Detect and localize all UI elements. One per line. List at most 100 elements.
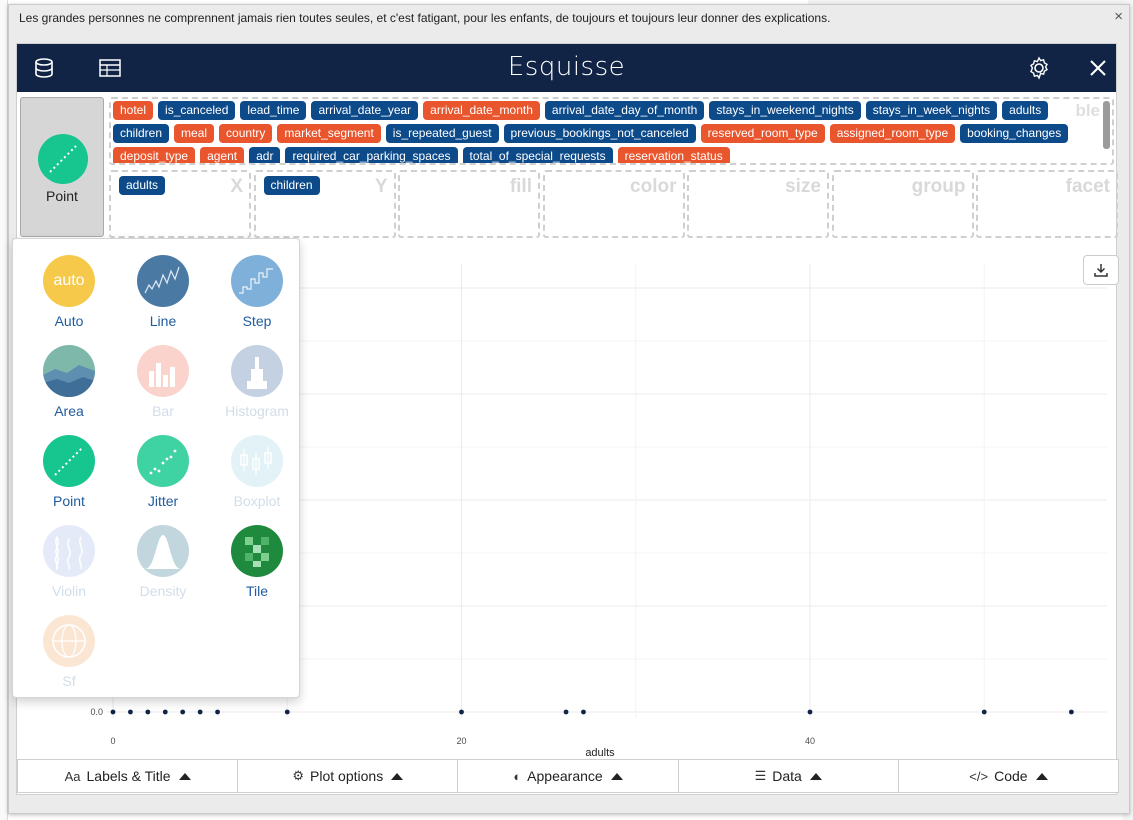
caret-up-icon xyxy=(178,772,191,780)
variable-badge[interactable]: arrival_date_day_of_month xyxy=(544,101,705,120)
dropzone-group[interactable]: group xyxy=(831,170,974,238)
geom-menu: auto Auto Line Step Area Bar Histogram Point Jit… xyxy=(12,238,300,698)
variable-badge[interactable]: booking_changes xyxy=(960,124,1069,143)
bottom-button-code[interactable]: </> Code xyxy=(897,759,1120,793)
jitter-icon xyxy=(137,435,189,487)
assigned-variable-badge[interactable]: adults xyxy=(119,176,166,195)
dropzone-facet[interactable]: facet xyxy=(976,170,1118,238)
data-point xyxy=(145,709,151,715)
variable-badge[interactable]: meal xyxy=(174,124,215,143)
line-chart-icon xyxy=(137,255,189,307)
pool-scrollbar[interactable] xyxy=(1103,101,1110,149)
geom-option-label: Area xyxy=(54,403,84,419)
geom-select-label: Point xyxy=(46,188,78,204)
variable-badge[interactable]: children xyxy=(113,124,170,143)
variable-badge[interactable]: stays_in_weekend_nights xyxy=(709,101,861,120)
variable-badge[interactable]: assigned_room_type xyxy=(829,124,956,143)
variable-badge[interactable]: deposit_type xyxy=(113,147,196,163)
x-tick-label: 40 xyxy=(805,736,815,746)
rstudio-left-pane xyxy=(0,0,8,820)
variable-badge[interactable]: previous_bookings_not_canceled xyxy=(503,124,696,143)
step-chart-icon xyxy=(231,255,283,307)
bar-chart-icon xyxy=(137,345,189,397)
data-point xyxy=(563,709,569,715)
dropzone-label: fill xyxy=(509,176,532,197)
density-icon xyxy=(137,525,189,577)
bottom-button-appearance[interactable]: ◐ Appearance xyxy=(457,759,679,793)
variable-badge[interactable]: hotel xyxy=(113,101,154,120)
variable-badge[interactable]: adr xyxy=(249,147,281,163)
geom-option-violin: Violin xyxy=(29,525,109,610)
geom-option-label: Density xyxy=(139,583,187,599)
variable-badge[interactable]: lead_time xyxy=(240,101,307,120)
geom-option-label: Jitter xyxy=(147,493,179,509)
bottom-button-plot-options[interactable]: ⚙ Plot options xyxy=(237,759,459,793)
variable-pool[interactable]: ble hotel is_canceled lead_time arrival_dat… xyxy=(109,97,1114,165)
variable-badge[interactable]: market_segment xyxy=(277,124,381,143)
geom-option-line[interactable]: Line xyxy=(123,255,203,340)
geom-option-label: Histogram xyxy=(225,403,289,419)
close-icon[interactable] xyxy=(1085,55,1111,81)
viewer-title: Les grandes personnes ne comprennent jam… xyxy=(19,11,831,25)
y-tick-label: 0.0 xyxy=(90,707,103,717)
drop-zones: Xadults Ychildren fill color size group facet xyxy=(109,170,1118,238)
area-chart-icon xyxy=(43,345,95,397)
variable-badge[interactable]: arrival_date_year xyxy=(311,101,419,120)
geom-option-tile[interactable]: Tile xyxy=(217,525,297,610)
modal-header: Esquisse xyxy=(17,44,1116,92)
dropzone-label: size xyxy=(785,176,821,197)
variable-badge[interactable]: country xyxy=(219,124,273,143)
geom-option-label: Step xyxy=(242,313,272,329)
geom-option-label: Bar xyxy=(152,403,174,419)
dropzone-label: facet xyxy=(1065,176,1110,197)
variable-badge[interactable]: reserved_room_type xyxy=(700,124,825,143)
x-tick-label: 0 xyxy=(110,736,115,746)
viewer-close-button[interactable]: × xyxy=(1114,8,1123,25)
point-icon xyxy=(38,134,88,184)
button-label: Labels & Title xyxy=(86,768,171,784)
geom-option-auto[interactable]: auto Auto xyxy=(29,255,109,340)
variable-badge[interactable]: reservation_status xyxy=(617,147,730,163)
bottom-toolbar: Aa Labels & Title ⚙ Plot options ◐ Appearance… xyxy=(17,759,1120,793)
dropzone-label: Y xyxy=(374,176,388,197)
assigned-variable-badge[interactable]: children xyxy=(263,176,320,195)
tile-icon xyxy=(231,525,283,577)
bottom-button-labels-title[interactable]: Aa Labels & Title xyxy=(17,759,239,793)
dropzone-fill[interactable]: fill xyxy=(398,170,540,238)
variable-badge[interactable]: adults xyxy=(1002,101,1049,120)
variable-badge[interactable]: total_of_special_requests xyxy=(462,147,613,163)
data-point xyxy=(459,709,464,715)
auto-icon: auto xyxy=(43,255,95,307)
geom-option-histogram: Histogram xyxy=(217,345,297,430)
geom-option-area[interactable]: Area xyxy=(29,345,109,430)
dropzone-Y[interactable]: Ychildren xyxy=(253,170,396,238)
app-title: Esquisse xyxy=(507,52,626,82)
geom-option-step[interactable]: Step xyxy=(217,255,297,340)
gear-icon[interactable] xyxy=(1026,55,1052,81)
dropzone-color[interactable]: color xyxy=(542,170,685,238)
bottom-button-data[interactable]: ☰ Data xyxy=(677,759,899,793)
dropzone-X[interactable]: Xadults xyxy=(109,170,251,238)
button-icon: ◐ xyxy=(513,768,522,784)
geom-option-label: Point xyxy=(53,493,85,509)
geom-option-jitter[interactable]: Jitter xyxy=(123,435,203,520)
x-tick-label: 20 xyxy=(456,736,466,746)
variable-badge[interactable]: is_canceled xyxy=(158,101,236,120)
dropzone-size[interactable]: size xyxy=(687,170,829,238)
data-point xyxy=(128,709,133,715)
variable-badge[interactable]: agent xyxy=(200,147,245,163)
geom-option-point[interactable]: Point xyxy=(29,435,109,520)
dropzone-label: X xyxy=(230,176,243,197)
data-point xyxy=(162,709,168,715)
button-icon: ☰ xyxy=(754,768,767,783)
geom-select-button[interactable]: Point xyxy=(20,97,104,237)
variable-badge[interactable]: arrival_date_month xyxy=(423,101,540,120)
dropzone-label: group xyxy=(911,176,966,197)
variable-badge[interactable]: stays_in_week_nights xyxy=(865,101,998,120)
data-point xyxy=(1068,709,1074,715)
histogram-icon xyxy=(231,345,283,397)
caret-up-icon xyxy=(610,772,623,780)
variable-badge[interactable]: required_car_parking_spaces xyxy=(285,147,458,163)
variable-badge[interactable]: is_repeated_guest xyxy=(385,124,499,143)
dropzone-label: color xyxy=(630,176,677,197)
